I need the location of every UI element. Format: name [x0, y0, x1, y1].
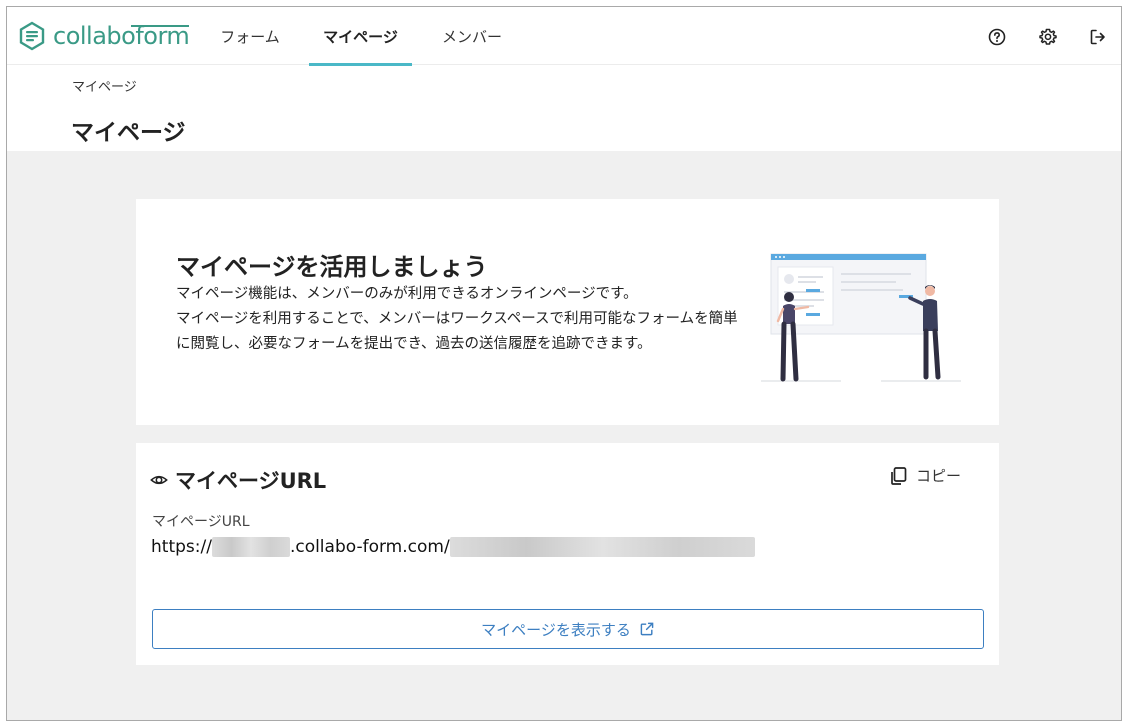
url-domain: .collabo-form.com/ [289, 537, 450, 557]
collaboform-logo-icon [19, 21, 45, 51]
intro-description: マイページ機能は、メンバーのみが利用できるオンラインページです。 マイページを利… [176, 282, 741, 357]
copy-button-label: コピー [916, 467, 962, 485]
view-mypage-button-label: マイページを表示する [481, 620, 631, 639]
app-window: collaboform フォーム マイページ メンバー マイページ マイページ … [6, 6, 1122, 721]
intro-line: マイページを利用することで、メンバーはワークスペースで利用可能なフォームを簡単に… [176, 311, 738, 352]
top-navigation: collaboform フォーム マイページ メンバー [7, 7, 1121, 66]
view-mypage-button[interactable]: マイページを表示する [152, 609, 984, 649]
tab-member[interactable]: メンバー [427, 7, 517, 65]
brand-logo[interactable]: collaboform [17, 21, 190, 51]
eye-icon [150, 475, 168, 485]
intro-card: マイページを活用しましょう マイページ機能は、メンバーのみが利用できるオンライン… [136, 199, 999, 425]
external-link-icon [640, 622, 654, 636]
help-icon[interactable] [987, 27, 1007, 47]
copy-icon [891, 466, 907, 485]
breadcrumb: マイページ [72, 80, 137, 95]
tab-mypage[interactable]: マイページ [309, 7, 412, 66]
copy-button[interactable]: コピー [888, 465, 961, 486]
mypage-url-card: マイページURL コピー マイページURL https:// .collabo-… [136, 443, 999, 665]
brand-name: collaboform [53, 22, 190, 50]
url-heading: マイページURL [150, 465, 326, 495]
presentation-illustration [761, 253, 961, 382]
tab-form[interactable]: フォーム [205, 7, 295, 65]
page-title: マイページ [71, 120, 186, 146]
redacted-subdomain [211, 537, 290, 557]
logout-icon[interactable] [1088, 27, 1108, 47]
redacted-path [449, 537, 755, 557]
url-value[interactable]: https:// .collabo-form.com/ [151, 537, 755, 557]
url-field-label: マイページURL [152, 514, 250, 530]
gear-icon[interactable] [1038, 27, 1058, 47]
intro-line: マイページ機能は、メンバーのみが利用できるオンラインページです。 [176, 286, 638, 302]
url-prefix: https:// [151, 537, 212, 557]
intro-title: マイページを活用しましょう [176, 253, 488, 281]
url-heading-text: マイページURL [175, 469, 327, 493]
